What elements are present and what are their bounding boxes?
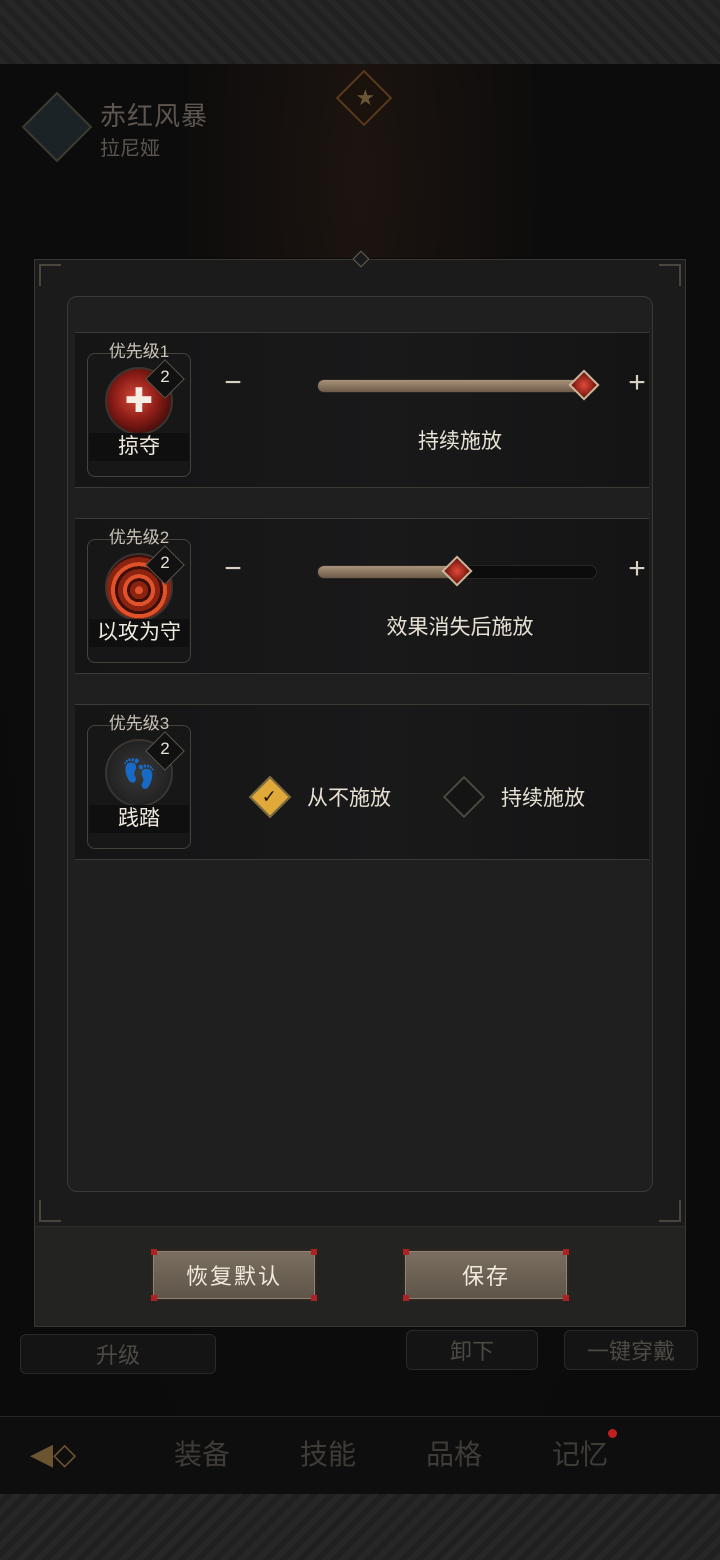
priority-label: 优先级3 [108,714,170,733]
dialog-footer: 恢复默认 保存 [35,1226,685,1326]
increase-button[interactable]: + [615,357,659,409]
unequip-button[interactable]: 卸下 [406,1330,538,1370]
tab-skills[interactable]: 技能 [300,1433,356,1473]
skill-level: 2 [160,739,170,758]
slider-thumb[interactable] [568,369,600,401]
option-label: 从不施放 [307,787,391,810]
decrease-button[interactable]: − [211,357,255,409]
cast-mode-label: 效果消失后施放 [386,616,534,639]
checkbox-checked-icon: ✓ [248,775,292,819]
skill-card: 优先级1 ✚ 2 掠夺 − + 持续施放 [75,332,649,488]
tab-character[interactable]: 品格 [426,1433,482,1473]
skill-slot[interactable]: 优先级1 ✚ 2 掠夺 [87,337,191,477]
skill-slot[interactable]: 优先级3 👣 2 践踏 [87,709,191,849]
skill-name: 以攻为守 [89,619,189,647]
back-arrow-icon[interactable]: ◀◇ [30,1437,126,1477]
skill-priority-dialog: 优先级1 ✚ 2 掠夺 − + 持续施放 优先级2 2 以攻为守 − + 效果消… [34,250,686,1327]
checkbox-unchecked-icon [442,775,486,819]
top-decor-strip [0,0,720,64]
reset-default-button[interactable]: 恢复默认 [151,1249,317,1301]
increase-button[interactable]: + [615,543,659,595]
slider-thumb[interactable] [441,555,473,587]
skill-card: 优先级2 2 以攻为守 − + 效果消失后施放 [75,518,649,674]
skill-level: 2 [160,367,170,386]
hero-title: 赤红风暴 [100,101,209,131]
slider-fill [318,566,457,578]
bottom-nav: ◀◇ 装备 技能 品格 记忆 [0,1416,720,1494]
reset-button-label: 恢复默认 [185,1264,282,1289]
always-cast-option[interactable]: 持续施放 [442,775,585,819]
option-label: 持续施放 [501,787,585,810]
tab-memory[interactable]: 记忆 [552,1433,608,1473]
skill-slot[interactable]: 优先级2 2 以攻为守 [87,523,191,663]
never-cast-option[interactable]: ✓ 从不施放 [248,775,391,819]
hero-subtitle: 拉尼娅 [100,138,160,160]
cast-mode-slider[interactable] [317,555,597,587]
skill-name: 掠夺 [89,433,189,461]
skill-level: 2 [160,553,170,572]
decrease-button[interactable]: − [211,543,255,595]
skill-name: 践踏 [89,805,189,833]
skill-card: 优先级3 👣 2 践踏 ✓ 从不施放 持续施放 [75,704,649,860]
equip-all-button[interactable]: 一键穿戴 [564,1330,698,1370]
slider-fill [318,380,596,392]
memory-notification-dot [608,1429,617,1438]
priority-label: 优先级1 [108,342,170,361]
cast-mode-label: 持续施放 [418,430,502,453]
priority-label: 优先级2 [108,528,170,547]
save-button-label: 保存 [461,1264,510,1289]
save-button[interactable]: 保存 [403,1249,569,1301]
upgrade-button[interactable]: 升级 [20,1334,216,1374]
cast-mode-slider[interactable] [317,369,600,401]
bottom-decor-strip [0,1494,720,1560]
tab-equipment[interactable]: 装备 [174,1433,230,1473]
